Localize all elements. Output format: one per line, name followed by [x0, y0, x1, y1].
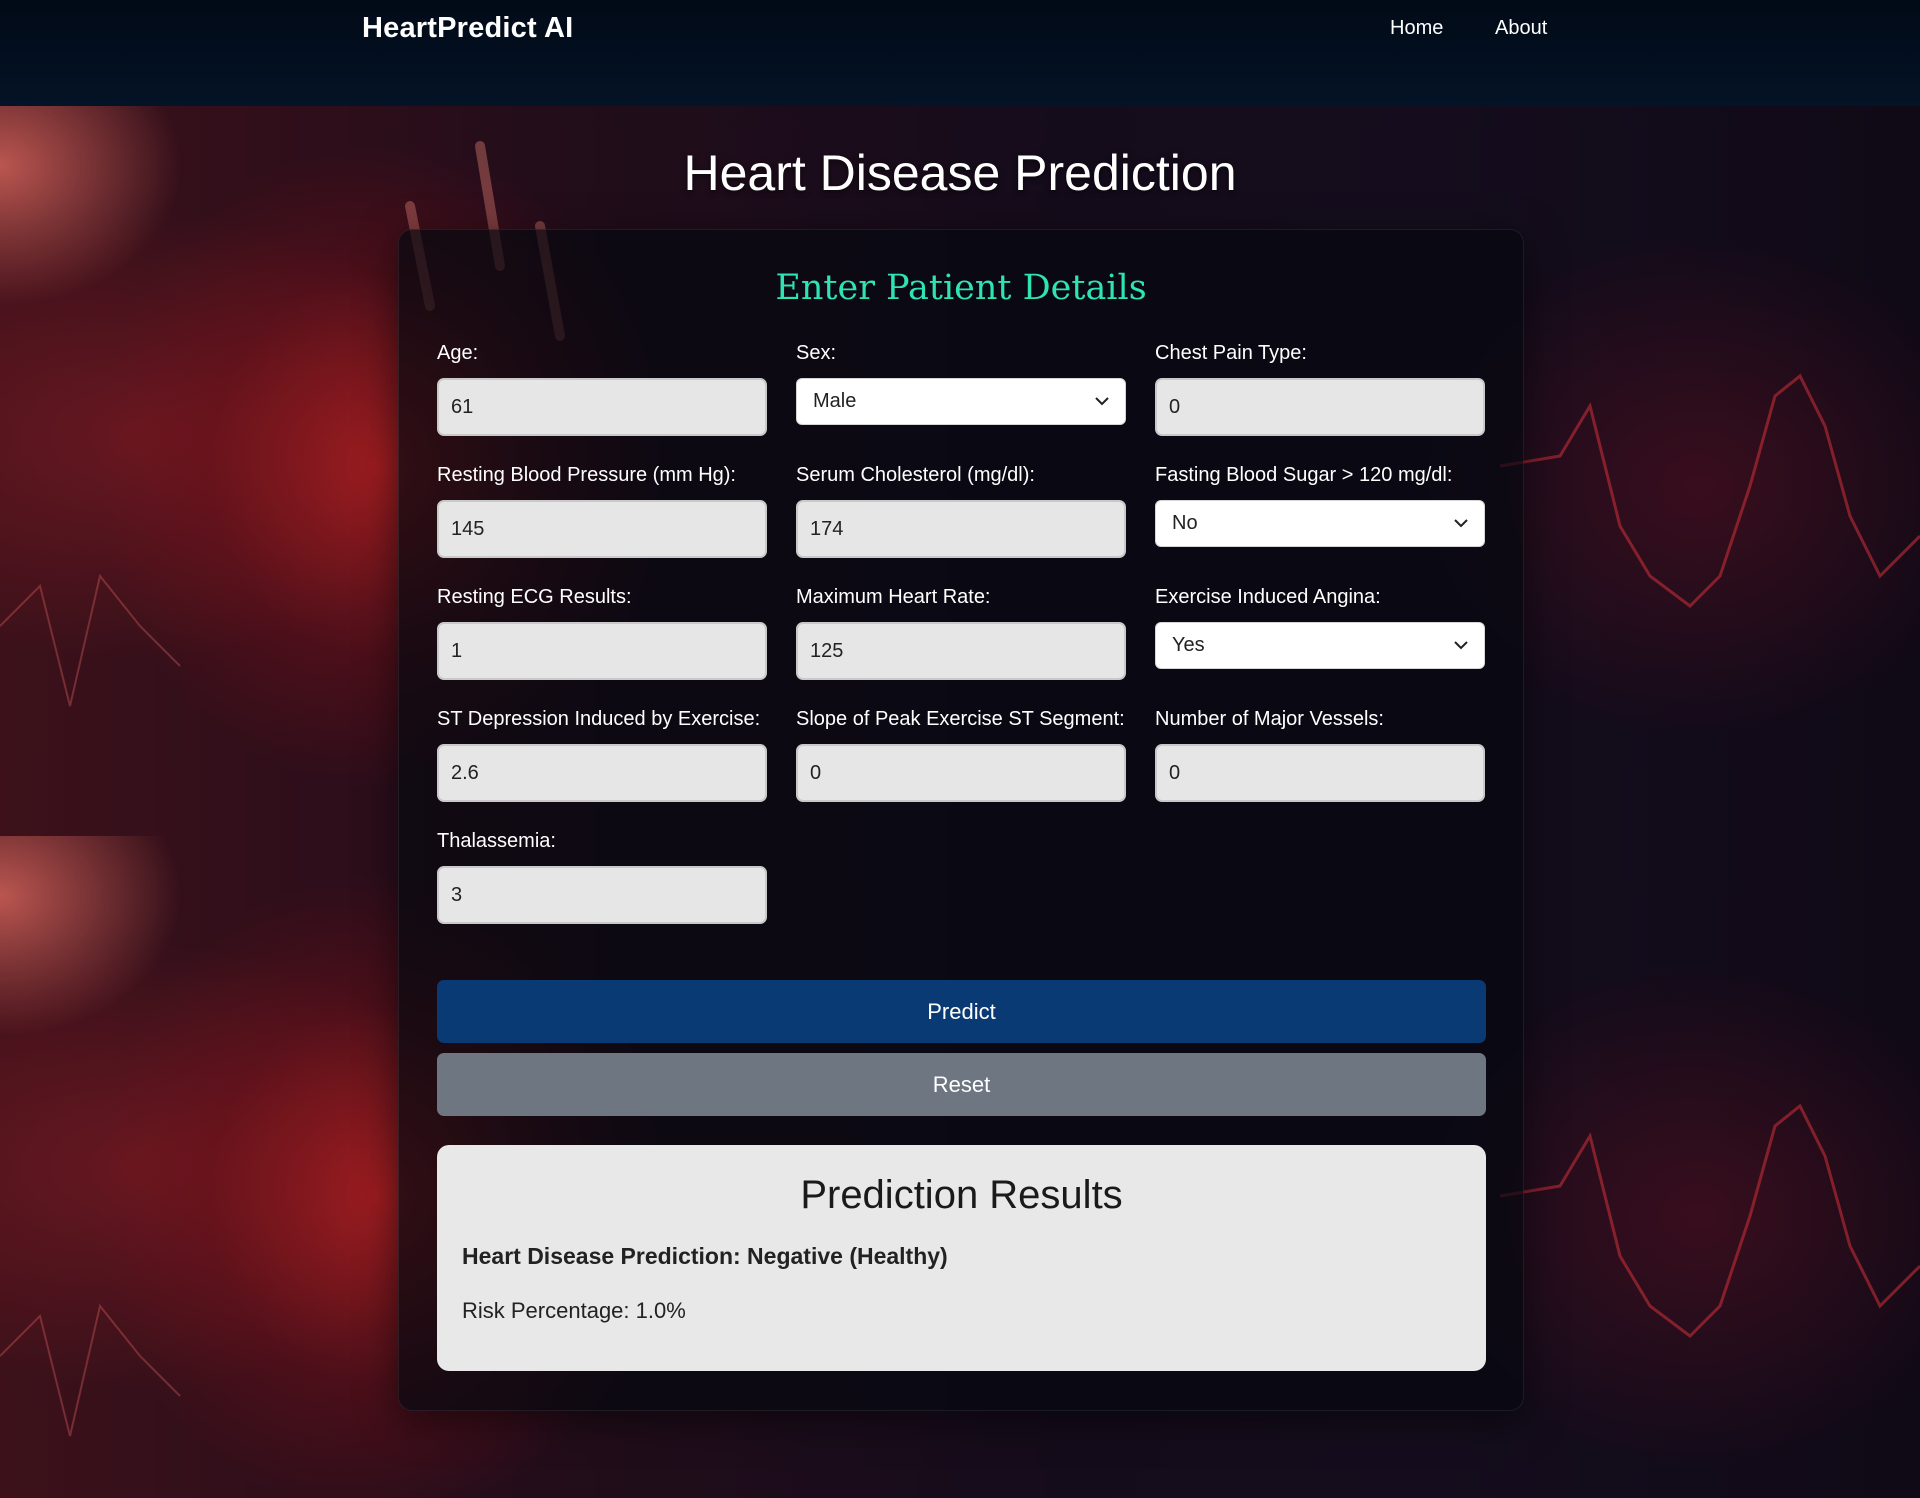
brand-logo-text[interactable]: HeartPredict AI: [362, 12, 573, 45]
st-depression-label: ST Depression Induced by Exercise:: [437, 708, 761, 730]
major-vessels-label: Number of Major Vessels:: [1155, 708, 1384, 730]
chest-pain-label: Chest Pain Type:: [1155, 342, 1307, 364]
exercise-angina-selected-value: Yes: [1172, 634, 1205, 656]
fasting-bs-selected-value: No: [1172, 512, 1198, 534]
resting-ecg-field-group: Resting ECG Results:: [437, 586, 767, 680]
major-vessels-input[interactable]: [1155, 744, 1485, 802]
patient-form-card: Enter Patient Details Age: Sex: Male Che…: [398, 229, 1524, 1411]
prediction-result-text: Heart Disease Prediction: Negative (Heal…: [462, 1243, 948, 1269]
chevron-down-icon: [1454, 641, 1468, 650]
chevron-down-icon: [1454, 519, 1468, 528]
fasting-bs-select[interactable]: No: [1155, 500, 1485, 547]
prediction-results-panel: Prediction Results Heart Disease Predict…: [437, 1145, 1486, 1371]
fasting-bs-label: Fasting Blood Sugar > 120 mg/dl:: [1155, 464, 1453, 486]
risk-percentage-text: Risk Percentage: 1.0%: [462, 1298, 686, 1323]
nav-link-home[interactable]: Home: [1390, 17, 1443, 40]
max-hr-field-group: Maximum Heart Rate:: [796, 586, 1126, 680]
chevron-down-icon: [1095, 397, 1109, 406]
age-label: Age:: [437, 342, 479, 364]
sex-select[interactable]: Male: [796, 378, 1126, 425]
resting-ecg-label: Resting ECG Results:: [437, 586, 632, 608]
cholesterol-field-group: Serum Cholesterol (mg/dl):: [796, 464, 1126, 558]
sex-label: Sex:: [796, 342, 837, 364]
age-field-group: Age:: [437, 342, 767, 436]
st-slope-label: Slope of Peak Exercise ST Segment:: [796, 708, 1125, 730]
resting-ecg-input[interactable]: [437, 622, 767, 680]
exercise-angina-field-group: Exercise Induced Angina: Yes: [1155, 586, 1485, 669]
resting-bp-field-group: Resting Blood Pressure (mm Hg):: [437, 464, 767, 558]
reset-button[interactable]: Reset: [437, 1053, 1486, 1116]
st-depression-field-group: ST Depression Induced by Exercise:: [437, 708, 767, 802]
exercise-angina-select[interactable]: Yes: [1155, 622, 1485, 669]
exercise-angina-label: Exercise Induced Angina:: [1155, 586, 1381, 608]
results-title: Prediction Results: [800, 1173, 1123, 1217]
thalassemia-label: Thalassemia:: [437, 830, 556, 852]
nav-link-about[interactable]: About: [1495, 17, 1547, 40]
st-slope-input[interactable]: [796, 744, 1126, 802]
form-title: Enter Patient Details: [775, 268, 1147, 308]
page-title: Heart Disease Prediction: [683, 145, 1237, 201]
sex-field-group: Sex: Male: [796, 342, 1126, 425]
resting-bp-label: Resting Blood Pressure (mm Hg):: [437, 464, 736, 486]
cholesterol-label: Serum Cholesterol (mg/dl):: [796, 464, 1035, 486]
age-input[interactable]: [437, 378, 767, 436]
max-hr-input[interactable]: [796, 622, 1126, 680]
navbar: HeartPredict AI Home About: [0, 0, 1920, 106]
predict-button[interactable]: Predict: [437, 980, 1486, 1043]
chest-pain-field-group: Chest Pain Type:: [1155, 342, 1485, 436]
sex-selected-value: Male: [813, 390, 857, 412]
resting-bp-input[interactable]: [437, 500, 767, 558]
st-depression-input[interactable]: [437, 744, 767, 802]
st-slope-field-group: Slope of Peak Exercise ST Segment:: [796, 708, 1126, 802]
fasting-bs-field-group: Fasting Blood Sugar > 120 mg/dl: No: [1155, 464, 1485, 547]
thalassemia-field-group: Thalassemia:: [437, 830, 767, 924]
chest-pain-input[interactable]: [1155, 378, 1485, 436]
cholesterol-input[interactable]: [796, 500, 1126, 558]
major-vessels-field-group: Number of Major Vessels:: [1155, 708, 1485, 802]
max-hr-label: Maximum Heart Rate:: [796, 586, 991, 608]
thalassemia-input[interactable]: [437, 866, 767, 924]
